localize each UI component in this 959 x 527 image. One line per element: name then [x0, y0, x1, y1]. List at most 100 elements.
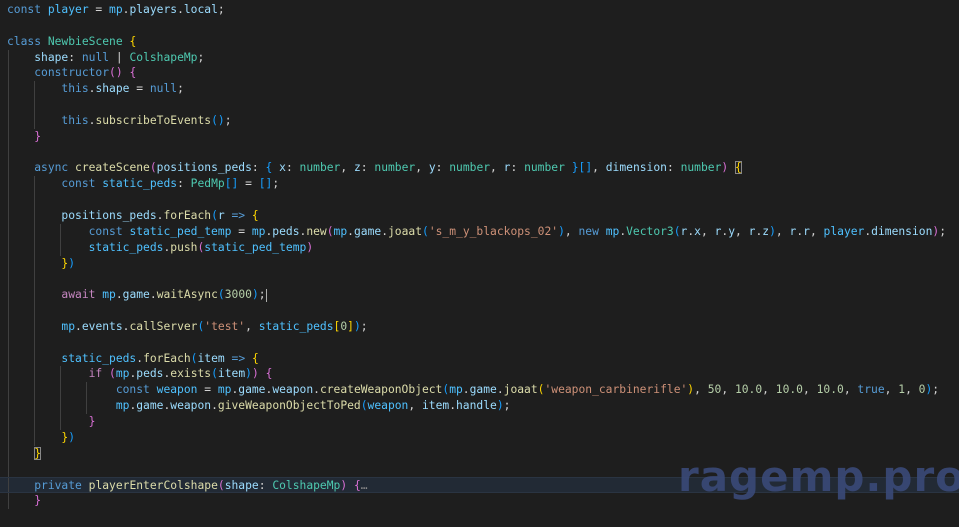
- code-token: {: [353, 479, 361, 493]
- code-line[interactable]: mp.events.callServer('test', static_peds…: [0, 318, 959, 335]
- code-line[interactable]: const static_peds: PedMp[] = [];: [0, 176, 959, 193]
- code-token: 10.0: [734, 383, 763, 397]
- code-token: static_ped_temp: [204, 240, 307, 254]
- code-token: =>: [231, 208, 246, 222]
- code-token: .: [177, 3, 184, 16]
- code-line[interactable]: await mp.game.waitAsync(3000);: [0, 287, 959, 304]
- code-token: x: [694, 224, 701, 238]
- code-token: 10.0: [775, 383, 803, 397]
- code-token: (): [109, 66, 123, 80]
- code-line[interactable]: }): [0, 429, 959, 446]
- indent-guide: [8, 398, 9, 414]
- code-line[interactable]: }): [0, 255, 959, 272]
- code-token: ): [306, 240, 314, 254]
- code-token: mp: [115, 367, 130, 381]
- code-token: exists: [170, 367, 212, 381]
- code-line[interactable]: const weapon = mp.game.weapon.createWeap…: [0, 382, 959, 399]
- code-line[interactable]: [0, 18, 959, 34]
- code-token: dimension: [605, 161, 667, 175]
- code-token: ): [68, 430, 76, 444]
- code-token: ): [251, 367, 259, 381]
- code-token: waitAsync: [156, 288, 218, 302]
- code-token: ,: [564, 224, 579, 238]
- code-token: y: [428, 161, 436, 175]
- code-token: {: [129, 66, 137, 80]
- code-line[interactable]: [0, 144, 959, 161]
- code-token: ): [245, 367, 252, 381]
- code-token: .: [496, 383, 504, 397]
- indent-guide: [34, 334, 35, 351]
- code-token: }: [571, 161, 579, 175]
- code-token: joaat: [503, 383, 538, 397]
- code-line[interactable]: [0, 334, 959, 351]
- code-token: 10.0: [816, 383, 844, 397]
- indent-guide: [8, 207, 9, 224]
- code-token: const: [7, 3, 48, 16]
- code-line[interactable]: [0, 303, 959, 319]
- folded-ellipsis: …: [360, 479, 368, 493]
- indent-guide: [34, 366, 35, 383]
- code-line[interactable]: static_peds.forEach(item => {: [0, 350, 959, 367]
- code-token: number: [449, 161, 491, 175]
- code-token: ,: [905, 383, 919, 397]
- code-token: []: [578, 161, 593, 175]
- code-token: item: [217, 367, 246, 381]
- code-token: class: [7, 34, 48, 48]
- code-token: player: [47, 3, 89, 16]
- code-token: mp: [61, 319, 76, 333]
- code-line[interactable]: [0, 271, 959, 288]
- code-line[interactable]: this.shape = null;: [0, 81, 959, 98]
- code-token: push: [170, 240, 198, 254]
- code-line[interactable]: [0, 97, 959, 113]
- code-token: positions_peds: [156, 161, 252, 175]
- code-area[interactable]: const player = mp.players.local; class Ne…: [0, 2, 959, 509]
- code-token: :: [435, 161, 450, 175]
- indent-guide: [34, 97, 35, 113]
- code-token: 'weapon_carbinerifle': [544, 383, 688, 397]
- code-token: weapon: [156, 383, 198, 397]
- code-line[interactable]: const player = mp.players.local;: [0, 2, 959, 18]
- code-line[interactable]: class NewbieScene {: [0, 34, 959, 50]
- code-token: =: [129, 82, 150, 96]
- indent-guide: [34, 223, 35, 240]
- code-line[interactable]: if (mp.peds.exists(item)) {: [0, 366, 959, 383]
- code-line[interactable]: positions_peds.forEach(r => {: [0, 207, 959, 224]
- indent-guide: [8, 128, 9, 145]
- code-token: ,: [490, 161, 504, 175]
- code-token: z: [353, 161, 361, 175]
- code-line[interactable]: }: [0, 128, 959, 145]
- code-token: await: [61, 288, 103, 302]
- code-line[interactable]: constructor() {: [0, 65, 959, 82]
- code-line[interactable]: shape: null | ColshapeMp;: [0, 49, 959, 66]
- code-token: (: [211, 208, 218, 222]
- matched-bracket: }: [34, 446, 42, 460]
- code-token: ,: [843, 383, 858, 397]
- code-token: []: [258, 177, 273, 191]
- code-line[interactable]: }: [0, 413, 959, 430]
- code-token: ;: [197, 50, 205, 64]
- code-editor[interactable]: const player = mp.players.local; class Ne…: [0, 0, 959, 527]
- code-line[interactable]: mp.game.weapon.giveWeaponObjectToPed(wea…: [0, 398, 959, 414]
- code-token: {: [251, 208, 259, 222]
- code-line[interactable]: static_peds.push(static_ped_temp): [0, 239, 959, 256]
- code-token: 'test': [204, 319, 246, 333]
- code-token: null: [81, 50, 110, 64]
- code-token: mp: [251, 224, 266, 238]
- code-token: }: [34, 494, 42, 508]
- code-token: game: [238, 383, 266, 397]
- indent-guide: [34, 81, 35, 98]
- code-token: ,: [809, 224, 824, 238]
- code-token: player: [823, 224, 865, 238]
- code-line[interactable]: [0, 192, 959, 208]
- code-token: Vector3: [626, 224, 674, 238]
- code-line[interactable]: const static_ped_temp = mp.peds.new(mp.g…: [0, 223, 959, 240]
- indent-guide: [8, 255, 9, 272]
- indent-guide: [8, 318, 9, 335]
- code-token: ): [251, 288, 259, 302]
- code-line[interactable]: this.subscribeToEvents();: [0, 112, 959, 129]
- code-line[interactable]: async createScene(positions_peds: { x: n…: [0, 160, 959, 177]
- code-token: .: [462, 383, 470, 397]
- code-token: =: [238, 177, 259, 191]
